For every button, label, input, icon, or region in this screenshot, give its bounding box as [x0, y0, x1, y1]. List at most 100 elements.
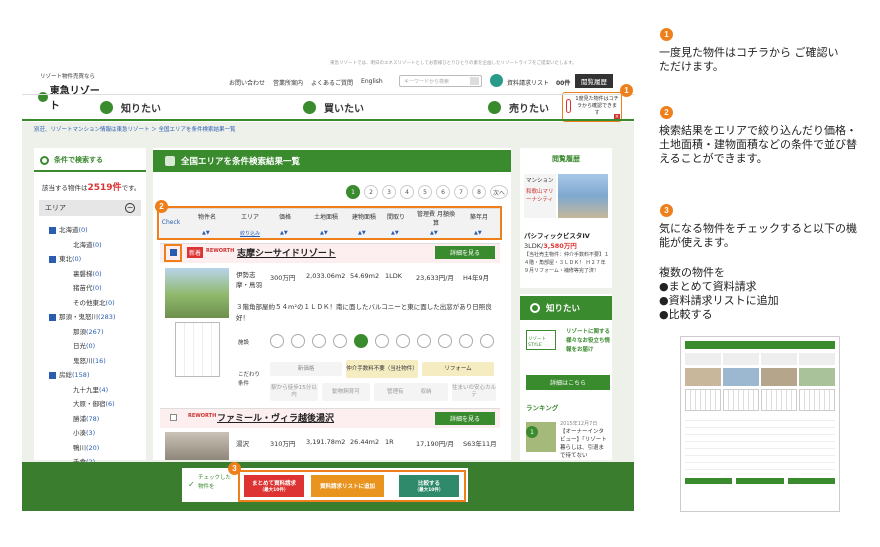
area-count: (3): [86, 429, 96, 437]
listing2-fee: 17,190円/月: [416, 440, 454, 448]
area-checkbox[interactable]: [49, 313, 56, 321]
breadcrumb[interactable]: 別荘、リゾートマンション情報は東急リゾート ＞ 全国エリアを条件検索結果一覧: [34, 125, 236, 133]
link-contact[interactable]: お問い合わせ: [229, 78, 265, 87]
area-item[interactable]: 鴨川(20): [63, 442, 99, 452]
facility-icon: [396, 334, 410, 348]
page-link[interactable]: 3: [382, 185, 396, 199]
link-english[interactable]: English: [361, 78, 383, 87]
page-link[interactable]: 6: [436, 185, 450, 199]
area-checkbox[interactable]: [49, 371, 56, 379]
know-header[interactable]: 知りたい: [520, 296, 612, 320]
arrow-circle-icon: [100, 101, 113, 114]
area-item[interactable]: 小湊(3): [63, 427, 95, 437]
request-list-icon[interactable]: [490, 74, 503, 87]
page-link[interactable]: 2: [364, 185, 378, 199]
area-count: (0): [78, 226, 88, 234]
link-offices[interactable]: 営業所案内: [273, 78, 303, 87]
area-count: (267): [86, 327, 104, 336]
listing1-title[interactable]: 志摩シーサイドリゾート: [237, 246, 336, 259]
search-box[interactable]: キーワードから検索: [399, 75, 482, 87]
note-3: 気になる物件をチェックすると以下の機能が使えます。: [659, 222, 857, 249]
area-item[interactable]: 東北(0): [49, 253, 81, 263]
area-item[interactable]: 那須・鬼怒川(283): [49, 311, 115, 321]
listing2-title[interactable]: ファミール・ヴィラ越後湯沢: [217, 411, 334, 424]
area-item[interactable]: 日光(0): [63, 340, 95, 350]
main-title: 全国エリアを条件検索結果一覧: [181, 157, 301, 167]
facility-icon: [291, 334, 305, 348]
history-prop-desc: 【当社売主物件：仲介手数料不要】１４階・角部屋・３ＬＤＫ！ Ｈ２７年９月リフォー…: [524, 252, 610, 274]
listing1-photo[interactable]: [165, 268, 229, 318]
area-item[interactable]: 房総(158): [49, 369, 89, 379]
area-item[interactable]: 北海道(0): [63, 239, 102, 249]
search-icon[interactable]: [470, 77, 479, 85]
area-count: (0): [72, 255, 82, 263]
area-label: 猪苗代: [73, 284, 93, 292]
area-item[interactable]: 裏磐梯(0): [63, 268, 102, 278]
listing2-detail-button[interactable]: 詳細を見る: [435, 412, 495, 425]
listing2-checkbox[interactable]: [170, 414, 177, 421]
area-count: (6): [105, 400, 115, 408]
area-checkbox[interactable]: [49, 255, 56, 263]
know-detail-button[interactable]: 詳細はこちら: [526, 375, 610, 390]
facility-icon: [438, 334, 452, 348]
listing2-area: 湯沢: [236, 440, 249, 448]
history-title: 閲覧履歴: [552, 155, 580, 163]
logo-tagline: リゾート物件売買なら: [40, 74, 96, 80]
nav-item-buy[interactable]: 買いたい: [303, 100, 364, 115]
listing2-price: 310万円: [270, 440, 296, 448]
page-link[interactable]: 1: [346, 185, 360, 199]
history-button[interactable]: 閲覧履歴: [575, 74, 613, 88]
rank-badge: 1: [526, 426, 538, 438]
collapse-icon[interactable]: −: [125, 203, 135, 213]
nav-item-know[interactable]: 知りたい: [100, 100, 161, 115]
main-title-bar: 全国エリアを条件検索結果一覧: [153, 150, 511, 172]
area-item[interactable]: 勝浦(78): [63, 413, 99, 423]
request-list-link[interactable]: 資料請求リスト: [507, 78, 549, 87]
area-count: (0): [86, 342, 96, 350]
tag-pets: 動物飼育可: [322, 383, 370, 401]
note-4-item-1: ●まとめて資料請求: [659, 280, 757, 293]
tag-station: 駅から徒歩15分以内: [270, 383, 318, 401]
area-count: (16): [92, 356, 106, 365]
area-item[interactable]: 大原・御宿(6): [63, 398, 115, 408]
area-item[interactable]: 那須(267): [63, 326, 103, 336]
area-item[interactable]: 北海道(0): [49, 224, 88, 234]
area-item[interactable]: その他東北(0): [63, 297, 115, 307]
listing1-layout: 1LDK: [385, 272, 403, 280]
listing2-photo[interactable]: [165, 432, 229, 460]
tag-reform: リフォーム: [422, 362, 494, 376]
logo[interactable]: リゾート物件売買なら 東急リゾート: [38, 72, 108, 112]
area-label: 裏磐梯: [73, 269, 93, 278]
facility-label: 施設: [238, 340, 250, 346]
note-marker-2: 2: [660, 106, 673, 119]
page-link[interactable]: 次へ: [490, 185, 508, 199]
nav-label: 買いたい: [324, 104, 364, 115]
link-faq[interactable]: よくあるご質問: [311, 78, 353, 87]
area-item[interactable]: 猪苗代(0): [63, 282, 102, 292]
area-count: (78): [86, 414, 100, 423]
note-1: 一度見た物件はコチラから ご確認いただけます。: [659, 46, 839, 73]
page-link[interactable]: 5: [418, 185, 432, 199]
area-item[interactable]: 九十九里(4): [63, 384, 108, 394]
listing2-building: 26.44m2: [350, 438, 380, 446]
area-label: 北海道: [59, 226, 79, 234]
page-link[interactable]: 4: [400, 185, 414, 199]
area-count: (0): [92, 240, 102, 249]
listing1-detail-button[interactable]: 詳細を見る: [435, 246, 495, 259]
rank-text[interactable]: 【オーナーインタビュー】「リゾート暮らしは、引退まで待てない: [560, 428, 608, 460]
nav-item-sell[interactable]: 売りたい: [488, 100, 549, 115]
page-link[interactable]: 8: [472, 185, 486, 199]
area-header[interactable]: エリア −: [39, 200, 141, 216]
listing1-fee: 23,633円/月: [416, 274, 454, 282]
search-input[interactable]: キーワードから検索: [404, 78, 449, 85]
history-item[interactable]: マンション 和歌山マリーナシティ: [524, 174, 608, 220]
history-prop-name[interactable]: パシフィックビスタIV: [524, 230, 590, 240]
facility-icon: [459, 334, 473, 348]
nav-label: 売りたい: [509, 104, 549, 115]
area-checkbox[interactable]: [49, 226, 56, 234]
listing1-floorplan[interactable]: [175, 322, 220, 377]
area-item[interactable]: 鬼怒川(16): [63, 355, 106, 365]
page-link[interactable]: 7: [454, 185, 468, 199]
area-count: (158): [72, 371, 90, 379]
checkmark-icon: ✓: [188, 480, 195, 489]
